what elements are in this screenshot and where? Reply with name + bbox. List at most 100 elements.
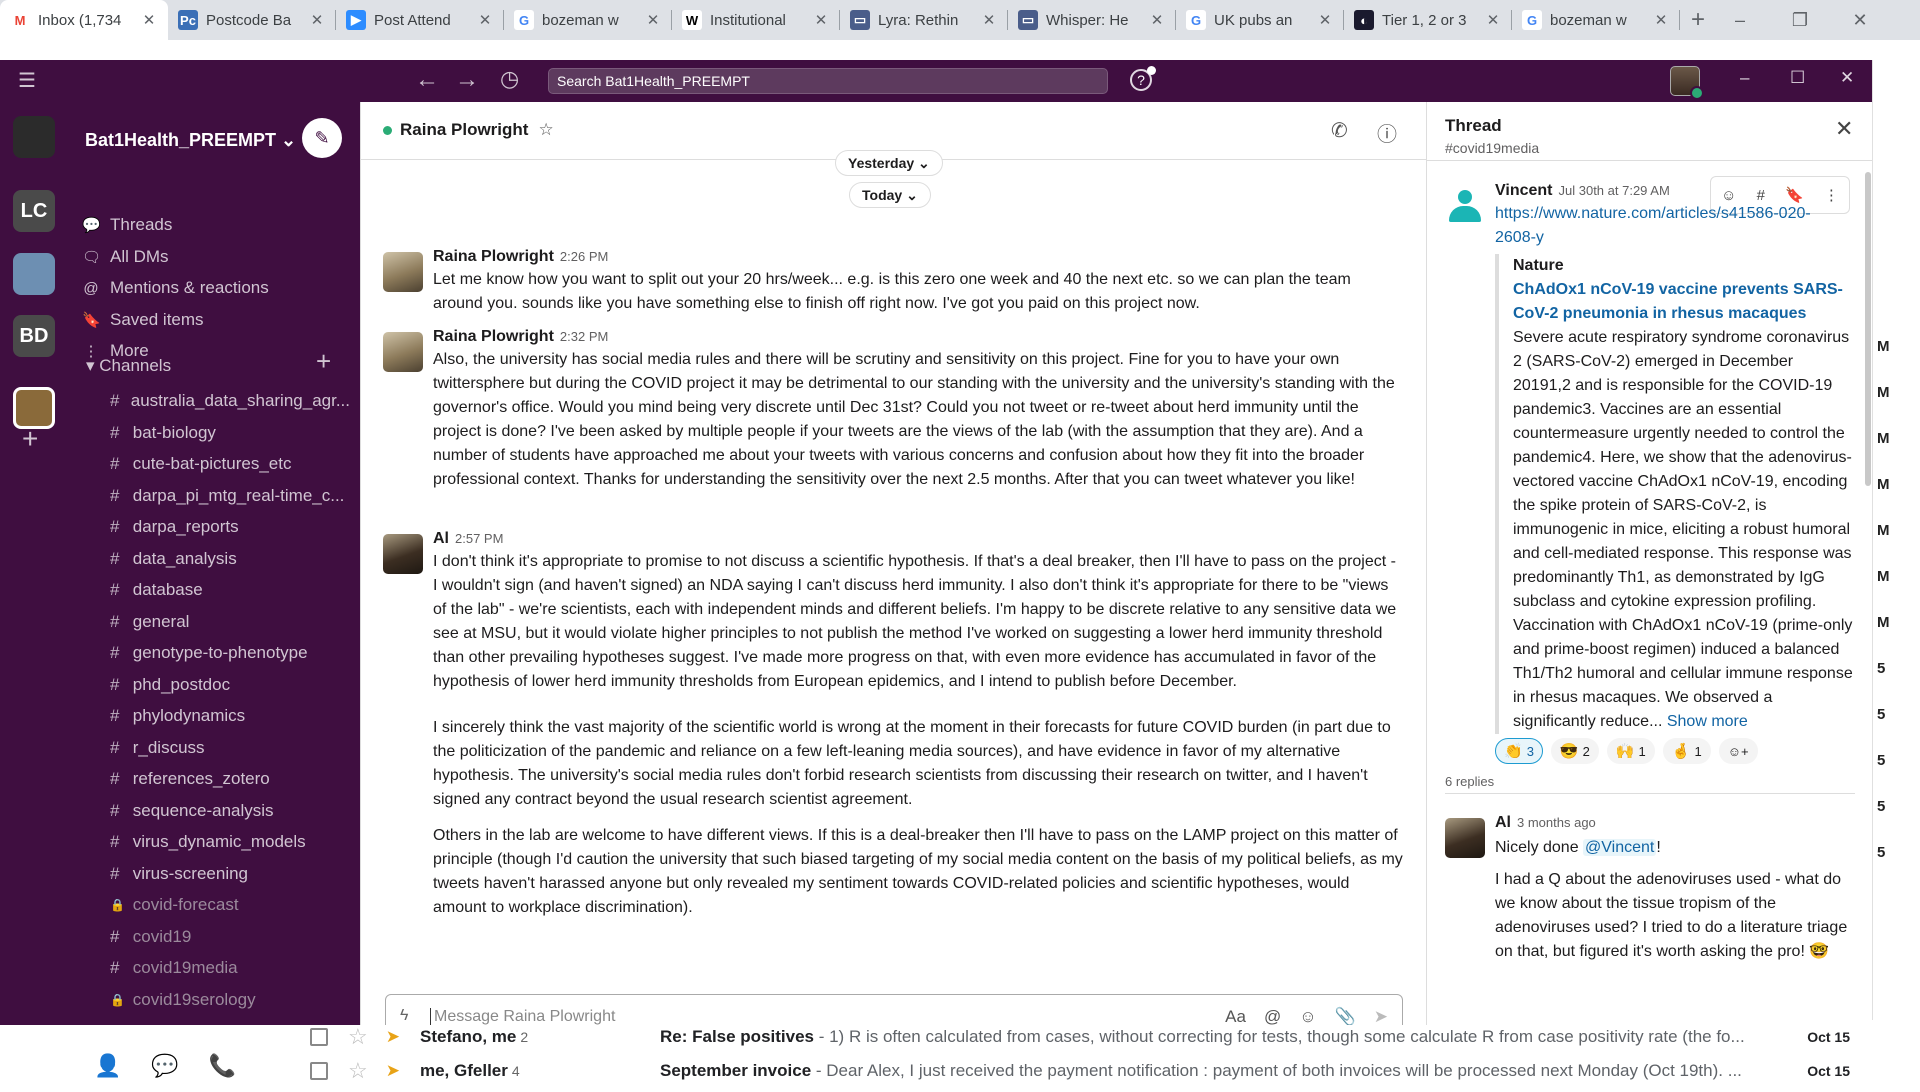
workspace-icon[interactable]: LC <box>13 190 55 232</box>
sidebar-nav-item[interactable]: 💬 Threads <box>82 212 172 238</box>
browser-tab[interactable]: ▭ Lyra: Rethin ✕ <box>840 0 1008 40</box>
star-icon[interactable]: ☆ <box>348 1058 368 1084</box>
author-name[interactable]: Raina Plowright <box>433 248 554 265</box>
info-icon[interactable]: ⓘ <box>1377 118 1397 147</box>
sidebar-channel[interactable]: # virus_dynamic_models <box>110 829 350 855</box>
sidebar-channel[interactable]: # covid19media <box>110 955 350 981</box>
sidebar-channel[interactable]: # data_analysis <box>110 546 350 572</box>
sidebar-nav-item[interactable]: 🔖 Saved items <box>82 307 204 333</box>
workspace-icon[interactable] <box>13 387 55 429</box>
timestamp[interactable]: 2:32 PM <box>560 329 608 344</box>
scrollbar[interactable] <box>1865 172 1871 486</box>
phone-icon[interactable]: 📞 <box>209 1053 236 1079</box>
reaction-pill[interactable]: 🙌 1 <box>1606 738 1655 764</box>
sidebar-channel[interactable]: # darpa_reports <box>110 514 350 540</box>
help-icon[interactable]: ? <box>1130 66 1156 91</box>
browser-tab[interactable]: W Institutional ✕ <box>672 0 840 40</box>
avatar[interactable] <box>383 252 423 292</box>
author-name[interactable]: Al <box>1495 814 1511 831</box>
date-divider-yesterday[interactable]: Yesterday ⌄ <box>835 150 943 176</box>
timestamp[interactable]: 2:57 PM <box>455 531 503 546</box>
slack-minimize-button[interactable]: – <box>1740 68 1749 88</box>
sidebar-channel[interactable]: # r_discuss <box>110 735 350 761</box>
avatar[interactable] <box>383 534 423 574</box>
add-reaction-icon[interactable]: ☺+ <box>1718 738 1758 764</box>
emoji-icon[interactable]: ☺ <box>1299 1007 1316 1025</box>
add-channel-icon[interactable]: + <box>316 346 331 377</box>
article-link[interactable]: https://www.nature.com/articles/s41586-0… <box>1495 202 1845 250</box>
important-marker-icon[interactable]: ➤ <box>386 1027 400 1047</box>
workspace-icon[interactable] <box>13 116 55 158</box>
close-tab-icon[interactable]: ✕ <box>140 11 158 29</box>
timestamp[interactable]: 2:26 PM <box>560 249 608 264</box>
back-arrow-icon[interactable]: ← <box>415 66 439 94</box>
browser-tab[interactable]: Pc Postcode Ba ✕ <box>168 0 336 40</box>
sidebar-nav-item[interactable]: @ Mentions & reactions <box>82 275 268 301</box>
browser-tab[interactable]: M Inbox (1,734 ✕ <box>0 0 168 40</box>
sidebar-channel[interactable]: # phd_postdoc <box>110 672 350 698</box>
email-row[interactable]: ☆ ➤ me, Gfeller 4 September invoice - Dea… <box>310 1054 1910 1088</box>
browser-close-button[interactable]: ✕ <box>1830 0 1890 40</box>
chat-icon[interactable]: 💬 <box>151 1053 178 1079</box>
formatting-icon[interactable]: Aa <box>1225 1007 1246 1025</box>
important-marker-icon[interactable]: ➤ <box>386 1061 400 1081</box>
shortcuts-icon[interactable]: ϟ <box>400 1007 408 1025</box>
close-tab-icon[interactable]: ✕ <box>308 11 326 29</box>
workspace-icon[interactable]: BD <box>13 315 55 357</box>
conversation-title[interactable]: Raina Plowright ☆ <box>383 120 554 140</box>
browser-minimize-button[interactable]: – <box>1710 0 1770 40</box>
call-icon[interactable]: ✆ <box>1331 118 1348 143</box>
email-checkbox[interactable] <box>310 1062 328 1080</box>
browser-tab[interactable]: G UK pubs an ✕ <box>1176 0 1344 40</box>
sidebar-channel[interactable]: # sequence-analysis <box>110 798 350 824</box>
mention-icon[interactable]: @ <box>1264 1007 1281 1025</box>
reply-in-channel-icon[interactable]: # <box>1757 187 1765 204</box>
message-composer[interactable]: ϟ Message Raina Plowright Aa @ ☺ 📎 ➤ <box>385 994 1403 1025</box>
send-icon[interactable]: ➤ <box>1374 1007 1388 1025</box>
sidebar-channel[interactable]: # genotype-to-phenotype <box>110 640 350 666</box>
browser-tab[interactable]: Gbozeman w ✕ <box>504 0 672 40</box>
close-tab-icon[interactable]: ✕ <box>1148 11 1166 29</box>
sidebar-channel[interactable]: 🔒 covid19serology <box>110 987 350 1013</box>
date-divider-today[interactable]: Today ⌄ <box>849 182 931 208</box>
forward-arrow-icon[interactable]: → <box>455 66 479 94</box>
avatar[interactable] <box>383 332 423 372</box>
browser-tab[interactable]: ◐ Tier 1, 2 or 3 ✕ <box>1344 0 1512 40</box>
sidebar-channel[interactable]: # references_zotero <box>110 766 350 792</box>
close-tab-icon[interactable]: ✕ <box>476 11 494 29</box>
author-name[interactable]: Raina Plowright <box>433 328 554 345</box>
user-avatar[interactable] <box>1670 66 1704 100</box>
browser-restore-button[interactable]: ❐ <box>1770 0 1830 40</box>
star-icon[interactable]: ☆ <box>348 1024 368 1050</box>
menu-icon[interactable]: ☰ <box>18 68 36 93</box>
author-name[interactable]: Al <box>433 530 449 547</box>
timestamp[interactable]: 3 months ago <box>1517 815 1596 830</box>
close-tab-icon[interactable]: ✕ <box>1652 11 1670 29</box>
search-input[interactable]: Search Bat1Health_PREEMPT <box>548 68 1108 94</box>
close-tab-icon[interactable]: ✕ <box>1484 11 1502 29</box>
close-tab-icon[interactable]: ✕ <box>812 11 830 29</box>
preview-title[interactable]: ChAdOx1 nCoV-19 vaccine prevents SARS-Co… <box>1513 278 1855 326</box>
sidebar-channel[interactable]: # cute-bat-pictures_etc <box>110 451 350 477</box>
browser-tab[interactable]: Gbozeman w ✕ <box>1512 0 1680 40</box>
close-tab-icon[interactable]: ✕ <box>644 11 662 29</box>
close-tab-icon[interactable]: ✕ <box>1316 11 1334 29</box>
slack-maximize-button[interactable]: ☐ <box>1790 68 1805 88</box>
history-icon[interactable]: ◷ <box>500 66 519 92</box>
close-thread-icon[interactable]: ✕ <box>1835 116 1853 142</box>
author-name[interactable]: Vincent <box>1495 182 1553 199</box>
browser-tab[interactable]: ▶ Post Attend ✕ <box>336 0 504 40</box>
attach-icon[interactable]: 📎 <box>1335 1007 1356 1025</box>
star-icon[interactable]: ☆ <box>538 120 553 140</box>
sidebar-channel[interactable]: # phylodynamics <box>110 703 350 729</box>
message-input[interactable]: Message Raina Plowright <box>430 1008 615 1025</box>
sidebar-channel[interactable]: # virus-screening <box>110 861 350 887</box>
sidebar-channel[interactable]: # australia_data_sharing_agr... <box>110 388 350 414</box>
user-mention[interactable]: @Vincent <box>1583 839 1657 856</box>
sidebar-channel[interactable]: # covid19 <box>110 924 350 950</box>
timestamp[interactable]: Jul 30th at 7:29 AM <box>1559 183 1670 198</box>
sidebar-channel[interactable]: 🔒 covid-forecast <box>110 892 350 918</box>
email-checkbox[interactable] <box>310 1028 328 1046</box>
add-reaction-icon[interactable]: ☺ <box>1721 187 1736 204</box>
reaction-pill[interactable]: 👏 3 <box>1495 738 1543 764</box>
